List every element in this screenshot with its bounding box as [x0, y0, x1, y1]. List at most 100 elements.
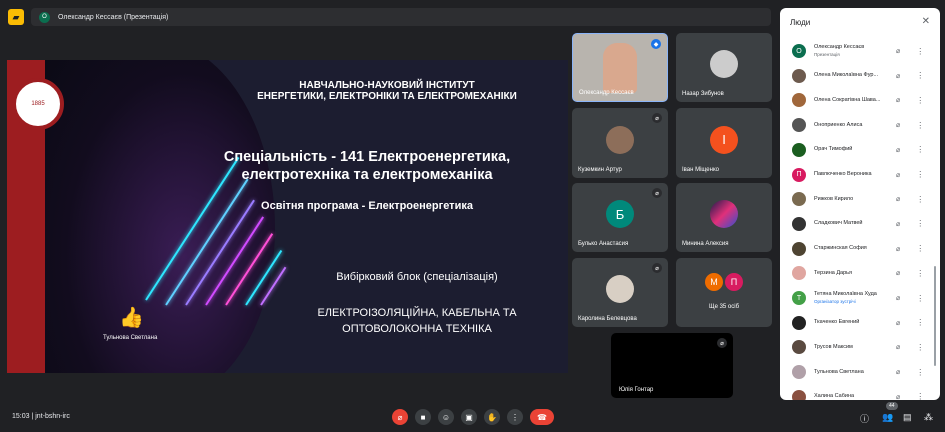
avatar: М	[705, 273, 723, 291]
tile-name: Булько Анастасия	[578, 241, 629, 247]
logo-year: 1885	[31, 101, 45, 107]
info-icon[interactable]: ⓘ	[860, 412, 869, 425]
participant-tile[interactable]: Б ⌀ Булько Анастасия	[572, 183, 668, 252]
participant-tile[interactable]: ⌀ Куземкин Артур	[572, 108, 668, 178]
chat-icon[interactable]: ▤	[903, 412, 912, 423]
participant-name: Сладкович Матвей	[814, 220, 863, 227]
avatar	[792, 93, 806, 108]
participant-name: Старжинская София	[814, 245, 867, 252]
emoji-button[interactable]: ☺	[438, 409, 454, 425]
participant-tile[interactable]: ◆ Олександр Кессаєв	[572, 33, 668, 102]
participant-row[interactable]: Старжинская София ⌀ ⋮	[792, 238, 932, 260]
participant-name: Тульнова Светлана	[814, 368, 864, 375]
people-icon[interactable]: 👥	[882, 412, 893, 423]
mic-off-icon: ⌀	[896, 97, 901, 105]
slide-specialty-line1: Спеціальність - 141 Електроенергетика,	[223, 149, 511, 165]
participant-row[interactable]: Трусов Максим ⌀ ⋮	[792, 336, 932, 358]
more-vert-icon[interactable]: ⋮	[916, 343, 924, 352]
participant-name-block: Тульнова Светлана	[814, 369, 886, 376]
more-vert-icon[interactable]: ⋮	[916, 269, 924, 278]
more-vert-icon[interactable]: ⋮	[916, 145, 924, 154]
participant-row[interactable]: Олена Сократівна Шава... ⌀ ⋮	[792, 89, 932, 111]
mic-off-icon: ⌀	[896, 393, 901, 400]
slide-block: Вибірковий блок (спеціалізація)	[336, 271, 498, 283]
more-options-button[interactable]: ⋮	[507, 409, 523, 425]
reaction-name: Тульнова Светлана	[103, 335, 158, 341]
mic-off-icon: ⌀	[896, 319, 901, 327]
more-vert-icon[interactable]: ⋮	[916, 170, 924, 179]
avatar	[792, 68, 806, 83]
participant-row[interactable]: Тульнова Светлана ⌀ ⋮	[792, 361, 932, 383]
participant-name-block: Старжинская София	[814, 245, 886, 252]
slide-institute-line2: ЕНЕРГЕТИКИ, ЕЛЕКТРОНІКИ ТА ЕЛЕКТРОМЕХАНІ…	[257, 91, 517, 102]
participant-row[interactable]: Терзина Дарья ⌀ ⋮	[792, 262, 932, 284]
participant-tile[interactable]: І Іван Міщенко	[676, 108, 772, 178]
presentation-slide: 1885 НАВЧАЛЬНО-НАУКОВИЙ ІНСТИТУТ ЕНЕРГЕТ…	[7, 60, 568, 373]
participant-tile[interactable]: Назар Зибунов	[676, 33, 772, 102]
avatar	[792, 216, 806, 231]
participant-name-block: Рижков Кирило	[814, 196, 886, 203]
avatar	[792, 340, 806, 355]
participant-tile[interactable]: Минина Алексия	[676, 183, 772, 252]
slide-graphic	[45, 60, 287, 373]
mic-off-icon: ⌀	[896, 344, 901, 352]
participant-row[interactable]: П Павлюченко Вероника ⌀ ⋮	[792, 164, 932, 186]
more-vert-icon[interactable]: ⋮	[916, 219, 924, 228]
participant-row[interactable]: Оноприенко Алиса ⌀ ⋮	[792, 114, 932, 136]
leave-call-button[interactable]: ☎	[530, 409, 554, 425]
participant-row[interactable]: Рижков Кирило ⌀ ⋮	[792, 188, 932, 210]
mic-off-icon: ⌀	[896, 72, 901, 80]
presentation-app-icon[interactable]: ▰	[8, 9, 24, 25]
participant-name-block: Терзина Дарья	[814, 270, 886, 277]
mic-off-icon: ⌀	[896, 196, 901, 204]
mic-off-icon: ⌀	[896, 245, 901, 253]
tile-name: Куземкин Артур	[578, 167, 622, 173]
avatar	[606, 125, 634, 154]
avatar	[792, 142, 806, 157]
more-vert-icon[interactable]: ⋮	[916, 71, 924, 80]
thumbs-up-reaction-icon: 👍	[119, 307, 144, 329]
video-feed	[603, 42, 637, 93]
mic-toggle-button[interactable]: ⌀	[392, 409, 408, 425]
participant-tile[interactable]: ⌀ Каролина Белевцова	[572, 258, 668, 327]
participant-row[interactable]: Халина Сабина ⌀ ⋮	[792, 386, 932, 400]
participant-row[interactable]: О Олександр Кессаєв Презентація ⌀ ⋮	[792, 40, 932, 62]
more-vert-icon[interactable]: ⋮	[916, 195, 924, 204]
mic-off-icon: ⌀	[652, 113, 662, 123]
close-icon[interactable]: ✕	[922, 16, 930, 27]
more-vert-icon[interactable]: ⋮	[916, 121, 924, 130]
avatar: П	[725, 273, 743, 291]
participant-name: Орач Тимофий	[814, 146, 853, 153]
slide-specialty-line2: електротехніка та електромеханіка	[241, 167, 493, 183]
avatar	[792, 241, 806, 256]
more-vert-icon[interactable]: ⋮	[916, 294, 924, 303]
mic-off-icon: ⌀	[896, 48, 901, 55]
raise-hand-button[interactable]: ✋	[484, 409, 500, 425]
participant-role: Презентація	[814, 52, 840, 57]
camera-toggle-button[interactable]: ■	[415, 409, 431, 425]
more-vert-icon[interactable]: ⋮	[916, 96, 924, 105]
mic-off-icon: ⌀	[896, 369, 901, 377]
more-vert-icon[interactable]: ⋮	[916, 318, 924, 327]
participant-tile[interactable]: ⌀ Юлія Гонтар	[611, 333, 733, 398]
more-participants-tile[interactable]: М П Ще 35 осіб	[676, 258, 772, 327]
avatar: П	[792, 167, 806, 182]
presenter-label: Олександр Кессаєв (Презентація)	[58, 13, 169, 21]
mic-off-icon: ⌀	[652, 188, 662, 198]
participant-row[interactable]: Ткаченко Евгений ⌀ ⋮	[792, 312, 932, 334]
mic-off-icon: ⌀	[896, 171, 901, 179]
participant-row[interactable]: Сладкович Матвей ⌀ ⋮	[792, 213, 932, 235]
avatar: І	[710, 125, 738, 154]
scrollbar[interactable]	[934, 266, 936, 366]
mic-off-icon: ⌀	[896, 220, 901, 228]
participant-row[interactable]: Олена Миколаївна Фур... ⌀ ⋮	[792, 65, 932, 87]
participant-row[interactable]: Орач Тимофий ⌀ ⋮	[792, 139, 932, 161]
panel-title: Люди	[790, 18, 811, 27]
participant-row[interactable]: Т Тетяна Миколаївна Худа Організатор зуст…	[792, 287, 932, 309]
more-vert-icon[interactable]: ⋮	[916, 392, 924, 400]
activities-icon[interactable]: ⁂	[924, 412, 933, 423]
more-vert-icon[interactable]: ⋮	[916, 244, 924, 253]
more-vert-icon[interactable]: ⋮	[916, 368, 924, 377]
present-button[interactable]: ▣	[461, 409, 477, 425]
more-vert-icon[interactable]: ⋮	[916, 47, 924, 56]
